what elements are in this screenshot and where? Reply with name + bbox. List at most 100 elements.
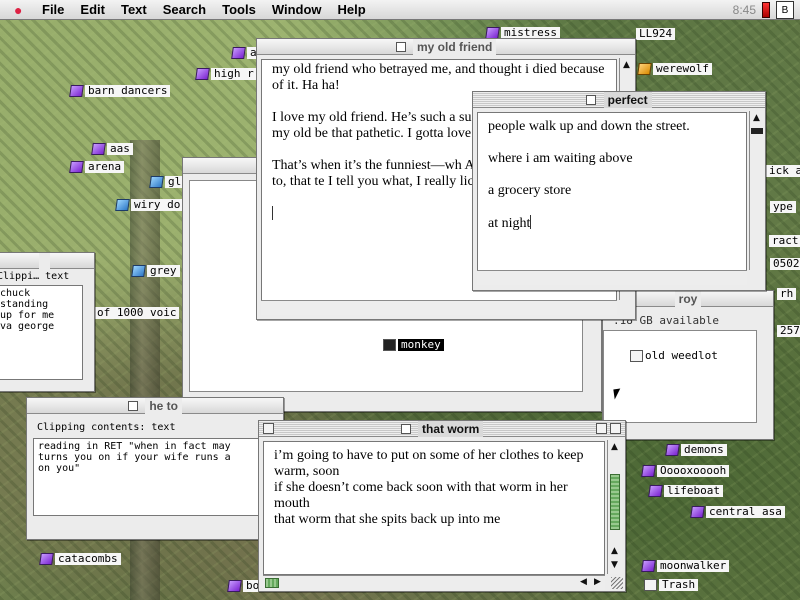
scroll-down-arrow-icon[interactable]: ▼	[608, 559, 621, 572]
desktop-icon-label: catacombs	[55, 553, 121, 565]
menu-edit[interactable]: Edit	[80, 2, 105, 17]
desktop-item-monkey[interactable]: monkey	[383, 339, 444, 351]
desktop-folder-werewolf[interactable]: werewolf	[637, 63, 712, 75]
desktop-icon-label: grey	[147, 265, 180, 277]
desktop-folder-lifeboat[interactable]: lifeboat	[648, 485, 723, 497]
scroll-up-arrow-icon[interactable]: ▲	[608, 545, 621, 558]
desktop-item-257[interactable]: 257	[777, 325, 800, 337]
desktop-folder-moonwalker[interactable]: moonwalker	[641, 560, 730, 572]
desktop-item-ick-a[interactable]: ick a	[766, 165, 800, 177]
vertical-scrollbar[interactable]: ▲ ▲ ▼	[607, 440, 622, 574]
menu-window[interactable]: Window	[272, 2, 322, 17]
desktop-item-rh[interactable]: rh	[777, 288, 797, 300]
window-titlebar[interactable]: that worm	[259, 421, 625, 437]
desktop-item-ype[interactable]: ype	[770, 201, 796, 213]
scroll-up-icon[interactable]: ▲	[750, 112, 763, 125]
desktop-folder-arena[interactable]: arena	[69, 161, 125, 173]
desktop-folder-wiry-do[interactable]: wiry do	[115, 199, 184, 211]
menu-tools[interactable]: Tools	[222, 2, 256, 17]
battery-icon[interactable]	[762, 2, 770, 18]
vertical-scrollbar[interactable]: ▲	[749, 111, 764, 270]
folder-icon	[231, 47, 246, 59]
desktop-icon-label: 257	[777, 325, 800, 337]
window-title: roy	[674, 291, 702, 307]
desktop-folder-demons[interactable]: demons	[665, 444, 727, 456]
desktop-icon-label: monkey	[398, 339, 444, 351]
desktop-icon-label: Ooooxooooh	[657, 465, 730, 477]
scroll-up-icon[interactable]: ▲	[608, 441, 621, 454]
window-clipping-he-to[interactable]: he to Clipping contents: text reading in…	[26, 397, 284, 540]
collapse-box-icon[interactable]	[610, 423, 621, 434]
menu-clock[interactable]: 8:45	[733, 3, 756, 17]
desktop-icon-label: LL924	[636, 28, 676, 40]
clipping-heading: Clipping contents: text	[37, 422, 176, 433]
window-perfect[interactable]: perfect people walk up and down the stre…	[472, 91, 766, 291]
horizontal-scrollbar[interactable]: ◀ ▶	[263, 575, 605, 590]
line-2: where i am waiting above	[488, 151, 633, 166]
menu-file[interactable]: File	[42, 2, 64, 17]
scroll-left-arrow-icon[interactable]: ◀	[577, 576, 590, 589]
text-cursor	[530, 215, 532, 229]
horizontal-scrollbar[interactable]	[477, 270, 747, 285]
desktop-folder-high-r[interactable]: high r	[195, 68, 257, 80]
window-titlebar[interactable]: my old friend	[257, 39, 635, 55]
application-menu-icon[interactable]: B	[776, 1, 794, 19]
desktop-folder-gl[interactable]: gl	[149, 176, 185, 188]
resize-grip-icon[interactable]	[611, 577, 623, 589]
window-titlebar[interactable]	[0, 253, 94, 269]
mouse-pointer-icon	[613, 388, 622, 400]
clipping-text-he-to[interactable]: reading in RET "when in fact may turns y…	[33, 438, 279, 516]
scroll-right-arrow-icon[interactable]: ▶	[591, 576, 604, 589]
folder-icon	[641, 560, 656, 572]
horizontal-scrollbar[interactable]	[261, 300, 617, 315]
scroll-up-icon[interactable]: ▲	[620, 59, 633, 72]
line-3: that worm that she spits back up into me	[274, 512, 501, 527]
folder-icon	[641, 465, 656, 477]
desktop-icon-label: Trash	[659, 579, 699, 591]
desktop-item-of-1000-voic[interactable]: of 1000 voic	[94, 307, 180, 319]
desktop-folder-grey[interactable]: grey	[131, 265, 180, 277]
folder-icon	[665, 444, 680, 456]
window-that-worm[interactable]: that worm i’m going to have to put on so…	[258, 420, 626, 592]
folder-icon	[69, 161, 84, 173]
desktop-folder-catacombs[interactable]: catacombs	[39, 553, 121, 565]
window-titlebar[interactable]: he to	[27, 398, 283, 414]
desktop-folder-central-asa[interactable]: central asa	[690, 506, 785, 518]
desktop-icon-label: 0502	[770, 258, 800, 270]
desktop-folder-aas[interactable]: aas	[91, 143, 133, 155]
file-old-weedlot[interactable]: old weedlot	[630, 349, 718, 362]
scroll-thumb[interactable]	[610, 474, 620, 530]
window-titlebar[interactable]: perfect	[473, 92, 765, 108]
document-text-area[interactable]: i’m going to have to put on some of her …	[263, 441, 605, 575]
desktop-folder-ooooxooooh[interactable]: Ooooxooooh	[641, 465, 730, 477]
desktop-icon-label: arena	[85, 161, 125, 173]
folder-icon	[227, 580, 242, 592]
menu-text[interactable]: Text	[121, 2, 147, 17]
close-box-icon[interactable]	[263, 423, 274, 434]
folder-icon	[637, 63, 652, 75]
horizontal-scroll-thumb[interactable]	[265, 578, 279, 588]
desktop-trash[interactable]: Trash	[644, 579, 699, 591]
desktop-icon-label: lifeboat	[664, 485, 723, 497]
window-clipping-left[interactable]: Clippi… text chuck standing up for me va…	[0, 252, 95, 392]
desktop-icon-label: rh	[777, 288, 797, 300]
desktop-folder-barn-dancers[interactable]: barn dancers	[69, 85, 171, 97]
desktop-item-ll924[interactable]: LL924	[636, 28, 676, 40]
file-label: old weedlot	[645, 349, 718, 362]
zoom-box-icon[interactable]	[596, 423, 607, 434]
desktop-icon-label: barn dancers	[85, 85, 171, 97]
clipping-subtitle: Clippi… text	[0, 271, 70, 282]
document-icon	[395, 42, 406, 52]
desktop-item-ract[interactable]: ract	[769, 235, 800, 247]
clipping-text-left[interactable]: chuck standing up for me va george	[0, 285, 83, 380]
menu-search[interactable]: Search	[163, 2, 206, 17]
window-title: that worm	[418, 421, 484, 437]
window-title	[38, 253, 51, 269]
apple-menu-icon[interactable]: ●	[14, 2, 34, 18]
document-text-area[interactable]: people walk up and down the street. wher…	[477, 112, 747, 272]
folder-icon	[195, 68, 210, 80]
desktop-item-0502[interactable]: 0502	[770, 258, 800, 270]
line-1: people walk up and down the street.	[488, 119, 690, 134]
folder-contents[interactable]: old weedlot	[603, 330, 757, 423]
menu-help[interactable]: Help	[338, 2, 366, 17]
